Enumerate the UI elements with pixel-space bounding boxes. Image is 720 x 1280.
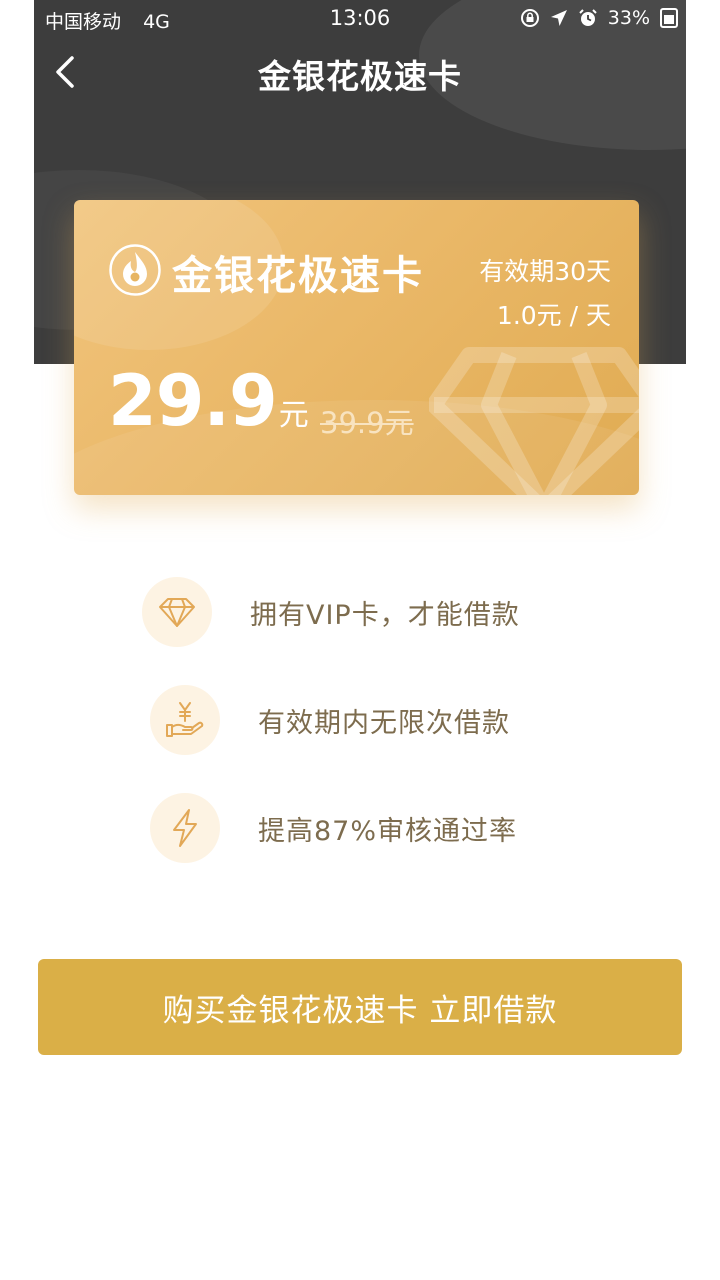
feature-text: 有效期内无限次借款 [258, 708, 510, 739]
left-frame [0, 0, 34, 1280]
alarm-icon [579, 9, 597, 26]
buy-card-button[interactable]: 购买金银花极速卡 立即借款 [38, 959, 682, 1055]
card-validity: 有效期30天 [479, 257, 611, 286]
status-indicators: 33% [520, 7, 678, 29]
card-name: 金银花极速卡 [172, 253, 424, 299]
hand-yuan-icon [166, 702, 204, 737]
lightning-icon [173, 809, 197, 847]
vip-card: 金银花极速卡 有效期30天 1.0元 / 天 29.9元 39.9元 [74, 200, 639, 495]
feature-icon-circle [142, 577, 212, 647]
original-price: 39.9元 [320, 406, 414, 440]
feature-icon-circle [150, 685, 220, 755]
location-icon [550, 10, 567, 26]
diamond-watermark-icon [429, 347, 639, 495]
card-daily-price: 1.0元 / 天 [496, 301, 611, 330]
price-value: 29.9 [108, 360, 278, 442]
right-frame [686, 0, 720, 1280]
navigation-bar: 金银花极速卡 [34, 40, 686, 104]
jinyinhua-logo-icon [109, 244, 161, 296]
diamond-icon [159, 598, 195, 627]
feature-item: 有效期内无限次借款 [0, 685, 720, 755]
feature-item: 提高87%审核通过率 [0, 793, 720, 863]
battery-icon [660, 8, 678, 28]
feature-icon-circle [150, 793, 220, 863]
card-price: 29.9元 [108, 360, 309, 442]
page-title: 金银花极速卡 [258, 57, 462, 96]
feature-text: 提高87%审核通过率 [258, 816, 518, 847]
status-bar: 中国移动 4G 13:06 33% [34, 0, 686, 38]
feature-item: 拥有VIP卡，才能借款 [0, 577, 720, 647]
feature-text: 拥有VIP卡，才能借款 [250, 600, 520, 631]
price-unit: 元 [278, 398, 309, 433]
rotation-lock-icon [520, 9, 539, 27]
battery-percent: 33% [607, 7, 650, 29]
